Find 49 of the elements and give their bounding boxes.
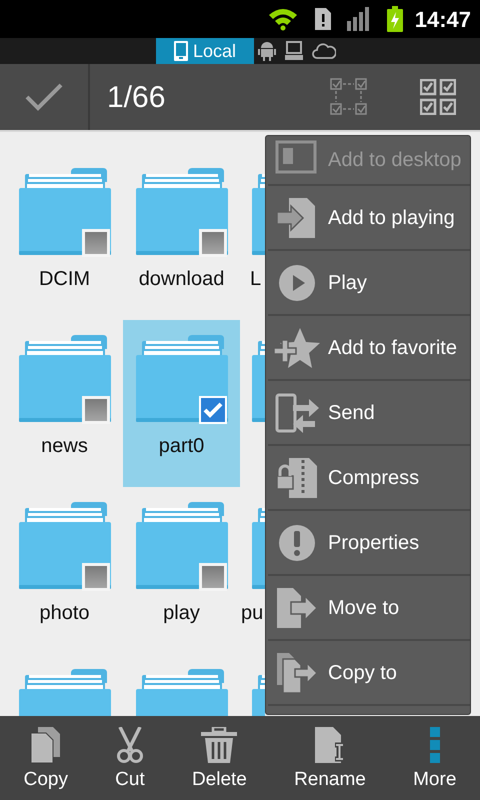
- toolbar-button[interactable]: Copy: [18, 726, 74, 794]
- battery-icon: [386, 6, 403, 32]
- checkbox[interactable]: [80, 228, 110, 258]
- menu-item[interactable]: Compress: [268, 446, 470, 511]
- checkbox[interactable]: [198, 562, 228, 592]
- select-range-button[interactable]: [330, 78, 368, 116]
- file-cursor-icon: [314, 726, 345, 762]
- select-all-button[interactable]: [420, 79, 456, 115]
- cloud-icon: [312, 42, 336, 60]
- menu-item[interactable]: Copy to: [268, 641, 470, 706]
- more-icon: [430, 726, 440, 762]
- folder-item[interactable]: part0: [123, 320, 240, 487]
- checkbox[interactable]: [198, 228, 228, 258]
- file-name: download: [138, 267, 224, 292]
- menu-item[interactable]: Play: [268, 251, 470, 316]
- checkbox[interactable]: [80, 562, 110, 592]
- trash-icon: [201, 726, 238, 762]
- menu-item[interactable]: Properties: [268, 511, 470, 576]
- menu-item[interactable]: Add to favorite: [268, 316, 470, 381]
- file-name: news: [41, 434, 88, 459]
- phone-icon: [174, 41, 188, 61]
- menu-item[interactable]: Move to: [268, 576, 470, 641]
- android-icon: [258, 41, 276, 61]
- file-name: play: [163, 601, 200, 626]
- menu-item[interactable]: Send: [268, 381, 470, 446]
- toolbar-button[interactable]: Rename: [288, 726, 372, 794]
- scissors-icon: [116, 726, 144, 762]
- phone-arrows-icon: [274, 390, 320, 434]
- selection-count: 1/66: [107, 80, 166, 116]
- file-name: part0: [158, 434, 204, 459]
- toolbar-button[interactable]: Delete: [186, 726, 253, 794]
- source-tab[interactable]: Local: [156, 38, 254, 64]
- checkbox[interactable]: [198, 395, 228, 425]
- computer-icon: [284, 41, 304, 61]
- signal-icon: [346, 7, 371, 31]
- star-plus-icon: [274, 326, 320, 370]
- file-name: pu: [241, 601, 264, 626]
- sim-card-icon: [314, 8, 331, 30]
- wifi-icon: [266, 7, 299, 31]
- file-name: DCIM: [38, 267, 90, 292]
- toolbar-button[interactable]: Cut: [109, 726, 151, 794]
- check-icon: [24, 82, 64, 112]
- file-name: L: [250, 267, 262, 292]
- checkbox[interactable]: [80, 395, 110, 425]
- more-button[interactable]: More: [407, 726, 462, 794]
- menu-item[interactable]: Add to playing: [268, 186, 470, 251]
- file-name: photo: [39, 601, 90, 626]
- copy-icon: [30, 726, 61, 762]
- clock-time: 14:47: [414, 6, 471, 34]
